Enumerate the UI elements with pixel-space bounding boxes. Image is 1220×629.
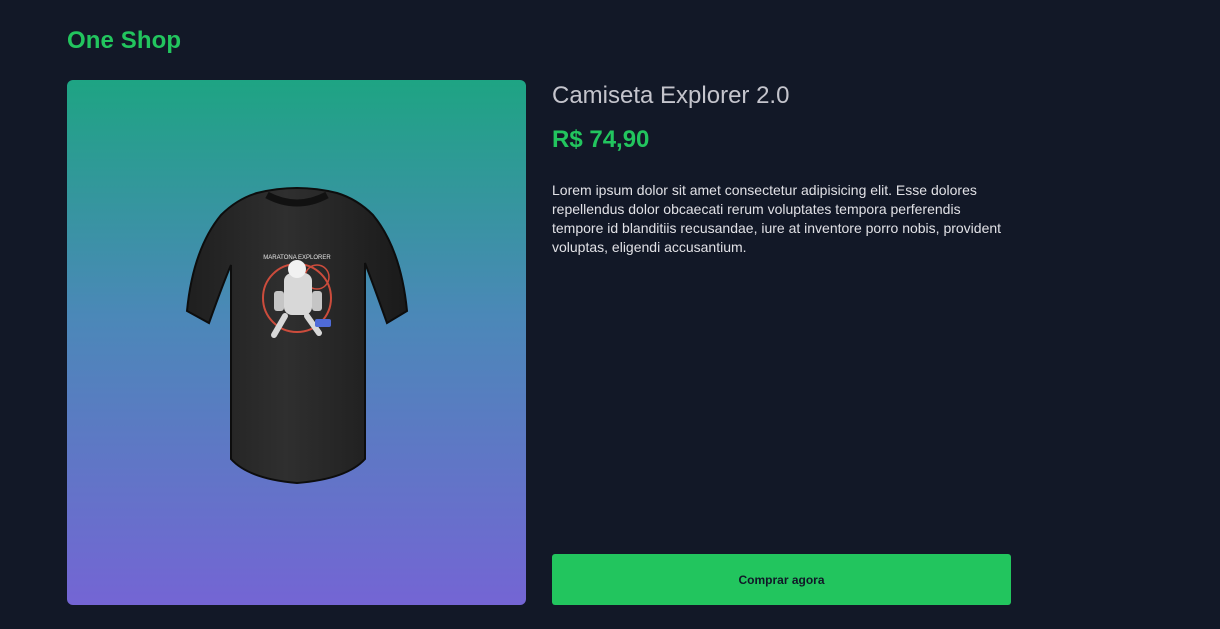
buy-now-button[interactable]: Comprar agora — [552, 554, 1011, 605]
shirt-print-text: MARATONA EXPLORER — [263, 255, 331, 261]
product-page: MARATONA EXPLORER Camiseta Explorer 2.0 … — [67, 80, 1011, 605]
logo[interactable]: One Shop — [67, 27, 181, 55]
product-image-container: MARATONA EXPLORER — [67, 80, 526, 605]
product-description: Lorem ipsum dolor sit amet consectetur a… — [552, 182, 1002, 255]
product-info: Camiseta Explorer 2.0 R$ 74,90 Lorem ips… — [552, 80, 1011, 605]
product-title: Camiseta Explorer 2.0 — [552, 82, 790, 109]
product-price: R$ 74,90 — [552, 126, 650, 153]
header: One Shop — [67, 24, 181, 58]
tshirt-image: MARATONA EXPLORER — [185, 186, 408, 484]
